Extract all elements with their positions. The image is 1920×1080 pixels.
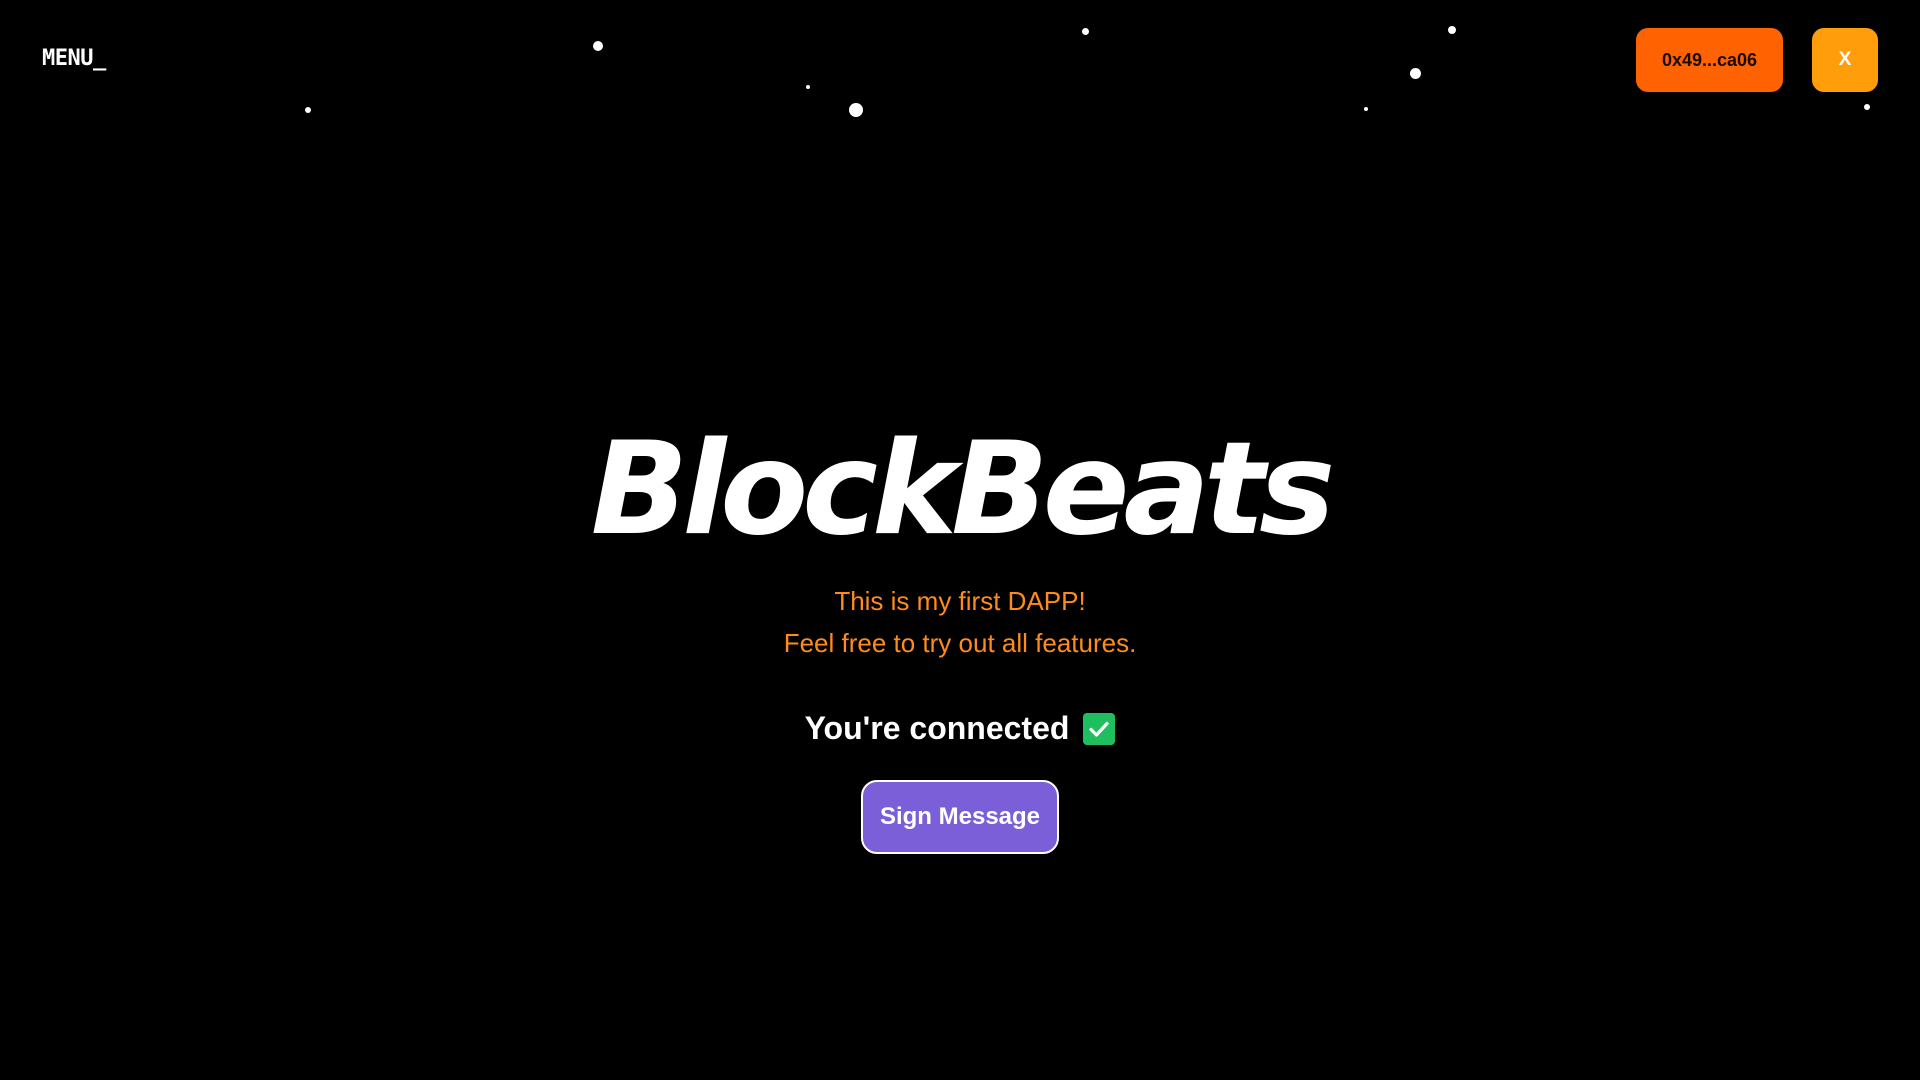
star: [593, 41, 603, 51]
star: [1410, 68, 1421, 79]
star: [305, 107, 311, 113]
star: [849, 103, 863, 117]
wallet-address-button[interactable]: 0x49...ca06: [1636, 28, 1783, 92]
page-title: BlockBeats: [590, 415, 1336, 564]
check-box-icon: [1083, 712, 1116, 745]
connection-status-text: You're connected: [804, 710, 1070, 746]
star: [1364, 107, 1368, 111]
sign-message-button[interactable]: Sign Message: [861, 780, 1059, 854]
disconnect-button[interactable]: X: [1812, 28, 1878, 92]
star: [1864, 104, 1870, 110]
star: [1082, 28, 1089, 35]
tagline-line-2: Feel free to try out all features.: [783, 628, 1137, 658]
tagline-line-1: This is my first DAPP!: [834, 586, 1086, 616]
star: [806, 85, 810, 89]
star: [1448, 26, 1456, 34]
menu-button[interactable]: MENU_: [42, 46, 106, 71]
connection-status: You're connected: [0, 710, 1920, 747]
